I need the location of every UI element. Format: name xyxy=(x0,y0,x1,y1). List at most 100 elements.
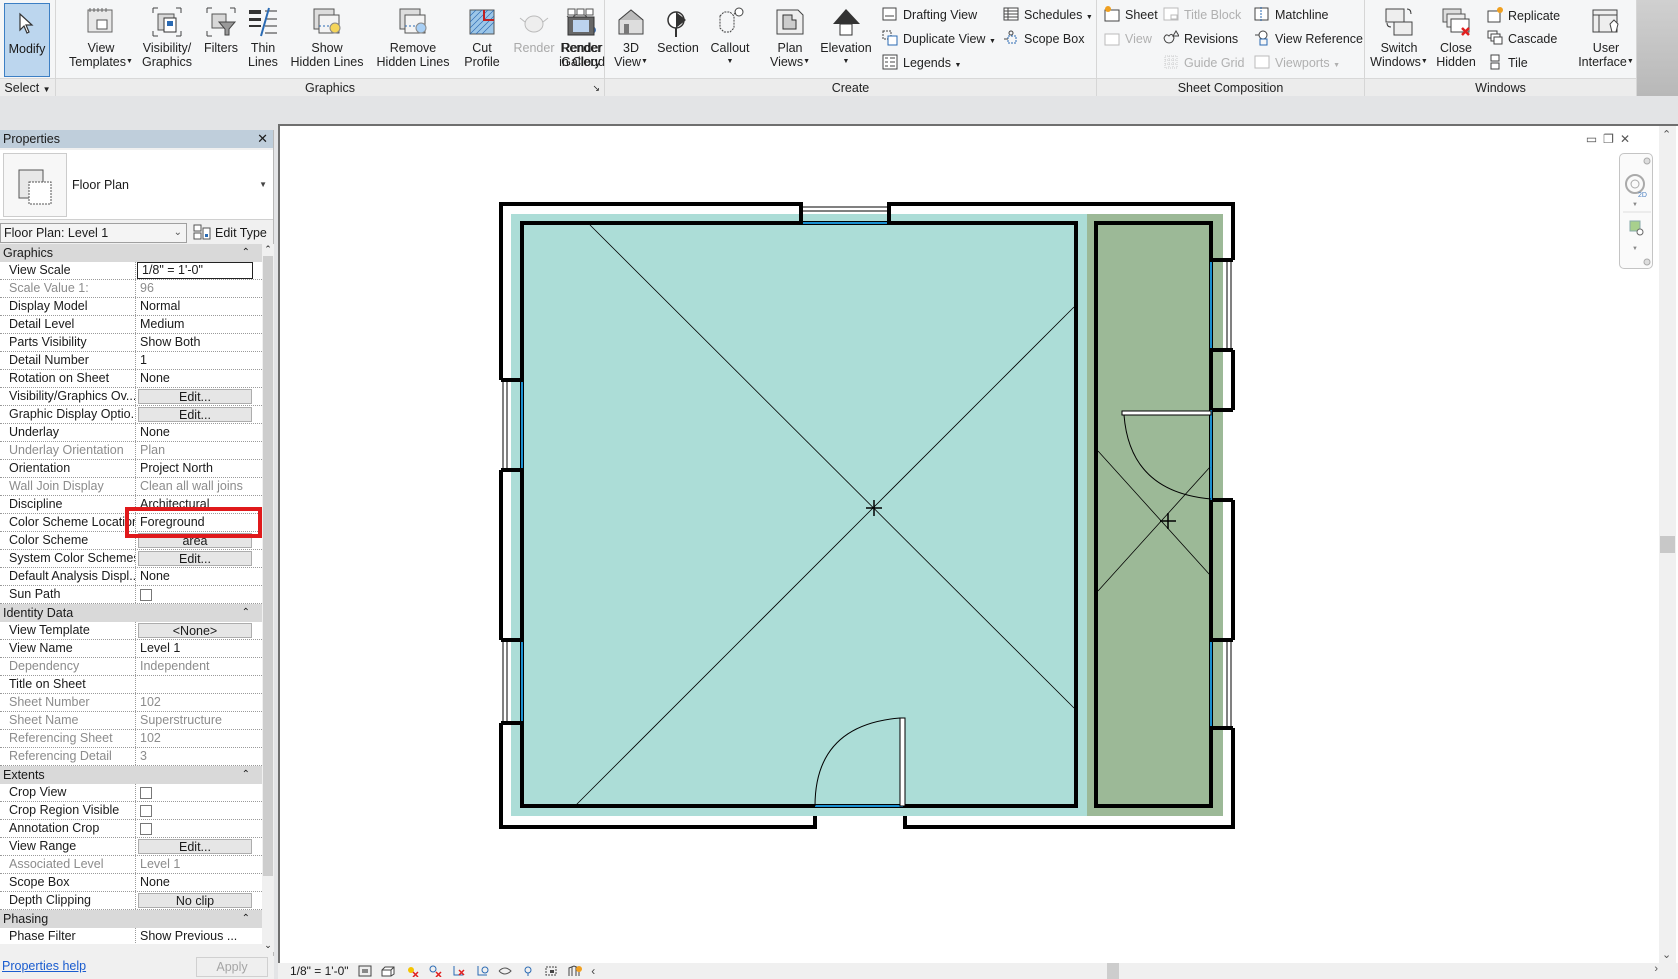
scroll-down-icon[interactable]: ⌄ xyxy=(1662,948,1671,961)
visual-style-icon[interactable] xyxy=(381,965,395,977)
cut-profile-button[interactable]: Cut Profile xyxy=(456,2,508,76)
properties-scrollbar[interactable]: ⌃ ⌄ xyxy=(262,244,274,952)
property-value-input[interactable]: 1/8" = 1'-0" xyxy=(137,262,253,279)
property-edit-button[interactable]: <None> xyxy=(138,623,252,638)
collapse-icon[interactable]: ⌃ xyxy=(242,604,250,622)
property-value[interactable]: Normal xyxy=(136,298,254,315)
property-checkbox[interactable] xyxy=(140,787,152,799)
plan-views-button[interactable]: Plan Views▼ xyxy=(765,2,815,76)
scroll-left-icon[interactable]: ‹ xyxy=(591,964,595,978)
property-value[interactable]: None xyxy=(136,874,254,891)
scope-box-button[interactable]: Scope Box xyxy=(1003,29,1084,49)
scroll-down-icon[interactable]: ⌄ xyxy=(262,940,274,952)
label: Gallery xyxy=(561,55,601,69)
viewports-button[interactable]: Viewports ▼ xyxy=(1254,53,1340,73)
property-edit-button[interactable]: Edit... xyxy=(138,407,252,422)
guide-grid-button[interactable]: Guide Grid xyxy=(1163,53,1244,73)
modify-button[interactable]: Modify xyxy=(4,3,50,77)
scroll-up-icon[interactable]: ⌃ xyxy=(1662,128,1671,141)
property-edit-button[interactable]: No clip xyxy=(138,893,252,908)
render-gallery-button[interactable]: Render Gallery xyxy=(557,2,605,76)
view-scale-indicator[interactable]: 1/8" = 1'-0" xyxy=(290,964,349,978)
property-checkbox[interactable] xyxy=(140,589,152,601)
property-edit-button[interactable]: Edit... xyxy=(138,551,252,566)
collapse-icon[interactable]: ⌃ xyxy=(242,766,250,784)
user-interface-button[interactable]: User Interface▼ xyxy=(1575,2,1637,76)
property-value[interactable]: Foreground xyxy=(136,514,254,531)
sheet-button[interactable]: Sheet xyxy=(1104,5,1158,25)
scroll-thumb[interactable] xyxy=(1107,963,1119,979)
view-vertical-scrollbar[interactable]: ⌃ ⌄ xyxy=(1659,126,1676,963)
group-header-extents[interactable]: Extents ⌃ xyxy=(0,766,262,784)
thin-lines-button[interactable]: Thin Lines xyxy=(242,2,284,76)
matchline-button[interactable]: Matchline xyxy=(1254,5,1329,25)
show-hidden-lines-button[interactable]: Show Hidden Lines xyxy=(284,2,370,76)
property-edit-button[interactable]: Edit... xyxy=(138,389,252,404)
legends-button[interactable]: Legends ▼ xyxy=(882,53,961,73)
group-header-phasing[interactable]: Phasing ⌃ xyxy=(0,910,262,928)
temporary-hide-icon[interactable] xyxy=(521,965,535,977)
property-checkbox[interactable] xyxy=(140,823,152,835)
property-value[interactable]: None xyxy=(136,370,254,387)
property-edit-button[interactable]: Edit... xyxy=(138,839,252,854)
instance-filter-dropdown[interactable]: Floor Plan: Level 1 ⌄ xyxy=(0,223,187,243)
property-value[interactable]: Show Both xyxy=(136,334,254,351)
scroll-up-icon[interactable]: ⌃ xyxy=(262,244,274,256)
drawing-view[interactable]: ▭ ❐ ✕ 2D ▼ ▼ ⌃ ⌄ xyxy=(278,124,1678,963)
group-header-identity-data[interactable]: Identity Data ⌃ xyxy=(0,604,262,622)
select-panel-label[interactable]: Select ▼ xyxy=(0,78,55,96)
scroll-thumb[interactable] xyxy=(263,256,273,876)
property-value[interactable]: None xyxy=(136,424,254,441)
detail-level-icon[interactable] xyxy=(358,965,372,977)
property-value[interactable]: Show Previous ... xyxy=(136,928,254,944)
property-value[interactable]: Architectural xyxy=(136,496,254,513)
sun-path-off-icon[interactable] xyxy=(405,965,419,977)
drafting-view-button[interactable]: Drafting View xyxy=(882,5,977,25)
render-button[interactable]: Render xyxy=(511,2,557,76)
replicate-button[interactable]: Replicate xyxy=(1487,6,1560,26)
analytical-model-icon[interactable] xyxy=(568,965,582,977)
3d-view-button[interactable]: 3D View▼ xyxy=(609,2,653,76)
apply-button[interactable]: Apply xyxy=(196,957,268,977)
visibility-graphics-button[interactable]: Visibility/Graphics xyxy=(134,2,200,76)
property-value[interactable]: Level 1 xyxy=(136,640,254,657)
tile-button[interactable]: Tile xyxy=(1487,53,1528,73)
property-value[interactable]: Medium xyxy=(136,316,254,333)
scroll-right-icon[interactable]: › xyxy=(1654,963,1658,975)
collapse-icon[interactable]: ⌃ xyxy=(242,910,250,928)
crop-view-icon[interactable] xyxy=(451,965,465,977)
view-reference-button[interactable]: View Reference xyxy=(1254,29,1363,49)
view-templates-button[interactable]: View Templates▼ xyxy=(62,2,140,76)
property-value[interactable]: Project North xyxy=(136,460,254,477)
duplicate-view-button[interactable]: Duplicate View ▼ xyxy=(882,29,996,49)
group-header-graphics[interactable]: Graphics ⌃ xyxy=(0,244,262,262)
property-value[interactable]: None xyxy=(136,568,254,585)
unlocked-3d-view-icon[interactable] xyxy=(498,965,512,977)
cascade-button[interactable]: Cascade xyxy=(1487,29,1557,49)
show-crop-region-icon[interactable] xyxy=(475,965,489,977)
section-button[interactable]: Section xyxy=(653,2,703,76)
view-button[interactable]: View xyxy=(1104,29,1152,49)
title-block-button[interactable]: Title Block xyxy=(1163,5,1241,25)
revisions-button[interactable]: Revisions xyxy=(1163,29,1238,49)
properties-help-link[interactable]: Properties help xyxy=(2,959,86,973)
elevation-button[interactable]: Elevation ▼ xyxy=(815,2,877,76)
remove-hidden-lines-button[interactable]: Remove Hidden Lines xyxy=(370,2,456,76)
scroll-thumb[interactable] xyxy=(1660,536,1675,553)
property-value[interactable] xyxy=(136,676,254,693)
callout-button[interactable]: Callout ▼ xyxy=(703,2,757,76)
close-hidden-button[interactable]: Close Hidden xyxy=(1431,2,1481,76)
edit-type-button[interactable]: Edit Type xyxy=(193,223,267,243)
filters-button[interactable]: Filters xyxy=(200,2,242,76)
type-selector[interactable]: Floor Plan ▼ xyxy=(0,150,273,220)
shadows-off-icon[interactable] xyxy=(428,965,442,977)
property-edit-button[interactable]: area xyxy=(138,533,252,548)
dialog-launcher-icon[interactable]: ↘ xyxy=(592,79,600,97)
schedules-button[interactable]: Schedules ▼ xyxy=(1003,5,1093,25)
property-checkbox[interactable] xyxy=(140,805,152,817)
collapse-icon[interactable]: ⌃ xyxy=(242,244,250,262)
close-icon[interactable]: ✕ xyxy=(257,130,268,148)
reveal-hidden-icon[interactable] xyxy=(545,965,559,977)
switch-windows-button[interactable]: Switch Windows▼ xyxy=(1369,2,1429,76)
property-value[interactable]: 1 xyxy=(136,352,254,369)
